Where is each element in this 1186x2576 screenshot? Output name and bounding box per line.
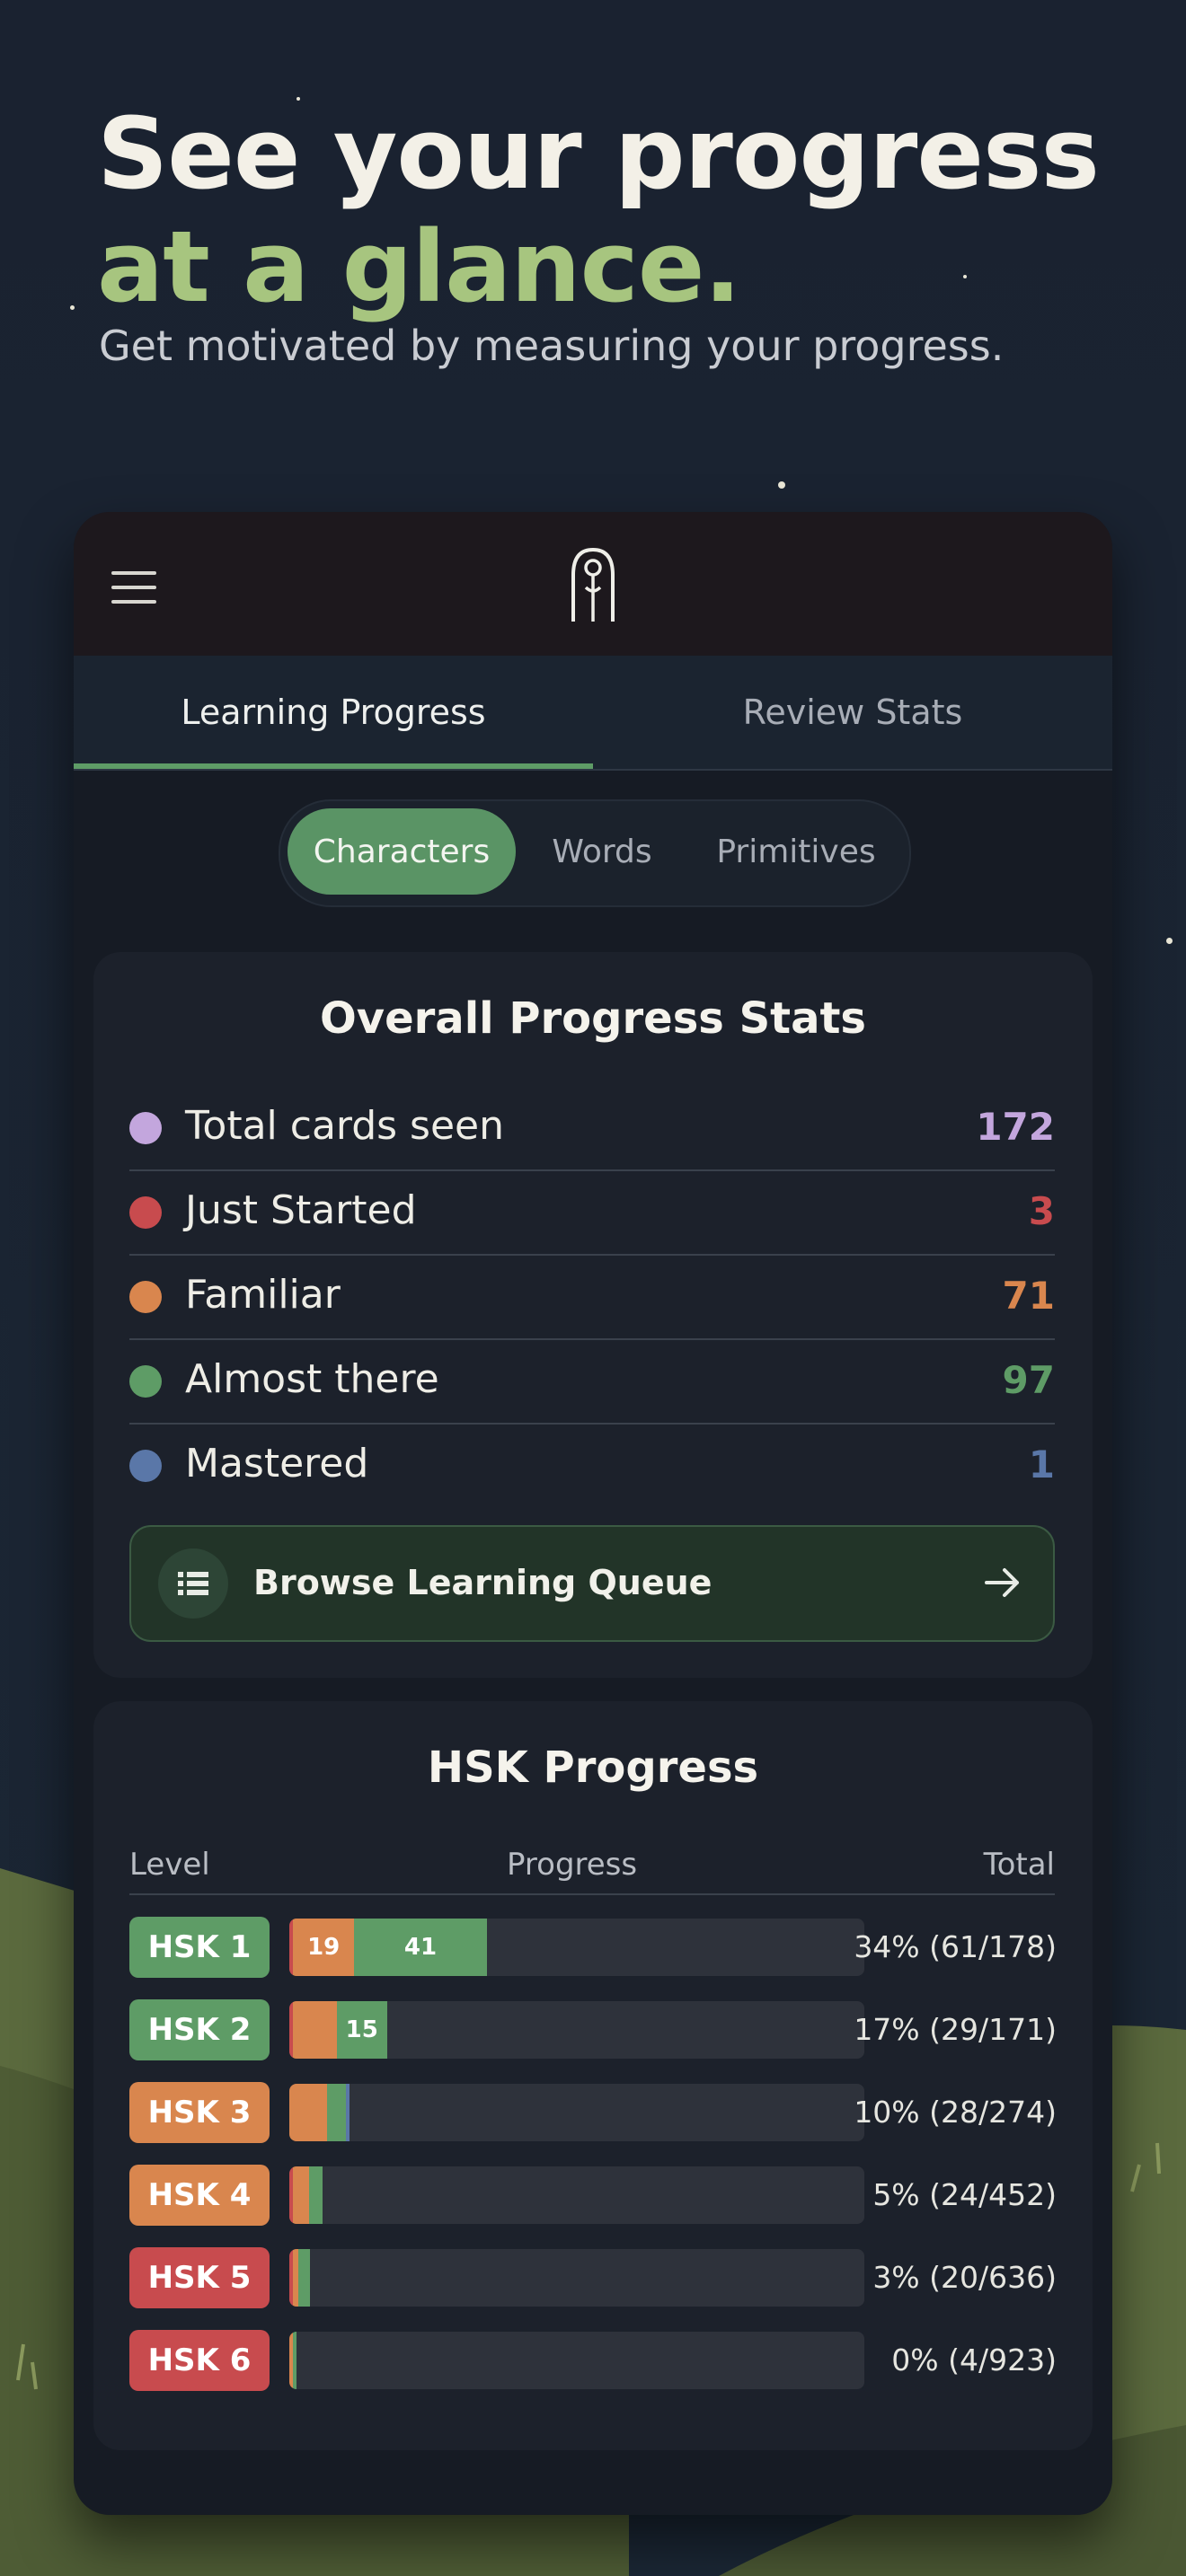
stat-value: 71	[1002, 1274, 1055, 1318]
hsk-progress-bar	[289, 2332, 864, 2389]
hsk-row[interactable]: HSK 3 10% (28/274)	[129, 2082, 1057, 2143]
hsk-level-badge: HSK 5	[129, 2247, 270, 2308]
status-dot	[129, 1196, 162, 1229]
hsk-row[interactable]: HSK 2 15 17% (29/171)	[129, 1999, 1057, 2060]
stat-value: 97	[1002, 1358, 1055, 1402]
column-header-level: Level	[129, 1847, 210, 1883]
status-dot	[129, 1281, 162, 1313]
hsk-level-badge: HSK 2	[129, 1999, 270, 2060]
browse-learning-queue-button[interactable]: Browse Learning Queue	[129, 1525, 1055, 1642]
hsk-progress-bar	[289, 2249, 864, 2307]
status-dot	[129, 1365, 162, 1398]
list-icon	[158, 1548, 228, 1619]
stat-row-just-started: Just Started 3	[129, 1169, 1055, 1256]
hamburger-menu-icon[interactable]	[111, 571, 156, 604]
bar-segment-almost-there: 41	[354, 1919, 487, 1976]
header-divider	[129, 1893, 1055, 1895]
bar-segment-almost-there	[298, 2249, 311, 2307]
active-tab-indicator	[74, 763, 593, 769]
bar-segment-almost-there: 15	[336, 2001, 387, 2059]
overall-progress-card: Overall Progress Stats Total cards seen …	[93, 952, 1093, 1678]
stat-value: 1	[1028, 1442, 1055, 1486]
stat-row-mastered: Mastered 1	[129, 1423, 1055, 1507]
app-logo-icon	[571, 547, 615, 622]
stat-value: 172	[976, 1105, 1055, 1149]
stat-label: Familiar	[185, 1272, 341, 1318]
segment-words[interactable]: Words	[521, 808, 683, 895]
bar-segment-familiar: 19	[293, 1919, 355, 1976]
tab-bar: Learning Progress Review Stats	[74, 656, 1112, 771]
status-dot	[129, 1112, 162, 1144]
stat-label: Just Started	[185, 1187, 417, 1233]
hsk-progress-bar: 19 41	[289, 1919, 864, 1976]
stat-row-almost-there: Almost there 97	[129, 1338, 1055, 1425]
hsk-progress-bar	[289, 2166, 864, 2224]
headline-line-2: at a glance.	[97, 209, 741, 324]
hsk-total-value: 10% (28/274)	[854, 2095, 1057, 2130]
hsk-total-value: 5% (24/452)	[872, 2177, 1057, 2212]
bar-segment-almost-there	[309, 2166, 323, 2224]
stat-row-total-cards: Total cards seen 172	[129, 1085, 1055, 1171]
stat-label: Almost there	[185, 1356, 439, 1402]
top-bar	[74, 512, 1112, 656]
hsk-level-badge: HSK 4	[129, 2165, 270, 2226]
column-header-total: Total	[983, 1847, 1055, 1883]
column-header-progress: Progress	[507, 1847, 638, 1883]
headline-line-1: See your progress	[97, 96, 1100, 211]
browse-learning-queue-label: Browse Learning Queue	[253, 1563, 712, 1602]
hsk-level-badge: HSK 1	[129, 1917, 270, 1978]
hsk-level-badge: HSK 3	[129, 2082, 270, 2143]
bar-segment-familiar	[289, 2084, 328, 2141]
hsk-total-value: 0% (4/923)	[891, 2342, 1057, 2378]
hsk-progress-bar	[289, 2084, 864, 2141]
hsk-progress-card: HSK Progress Level Progress Total HSK 1 1…	[93, 1701, 1093, 2450]
segment-characters[interactable]: Characters	[288, 808, 516, 895]
headline-subtitle: Get motivated by measuring your progress…	[99, 322, 1005, 370]
hsk-total-value: 34% (61/178)	[854, 1929, 1057, 1964]
bar-segment-mastered	[346, 2084, 350, 2141]
status-dot	[129, 1450, 162, 1482]
hsk-progress-title: HSK Progress	[427, 1742, 759, 1793]
stat-row-familiar: Familiar 71	[129, 1254, 1055, 1340]
bar-segment-familiar	[293, 2001, 337, 2059]
hsk-total-value: 17% (29/171)	[854, 2012, 1057, 2047]
hsk-row[interactable]: HSK 4 5% (24/452)	[129, 2165, 1057, 2226]
hsk-row[interactable]: HSK 1 19 41 34% (61/178)	[129, 1917, 1057, 1978]
hsk-level-badge: HSK 6	[129, 2330, 270, 2391]
overall-progress-title: Overall Progress Stats	[319, 993, 866, 1044]
page-headline: See your progress at a glance.	[97, 96, 1100, 324]
segment-primitives[interactable]: Primitives	[690, 808, 902, 895]
hsk-total-value: 3% (20/636)	[872, 2260, 1057, 2295]
tab-review-stats[interactable]: Review Stats	[593, 656, 1112, 769]
hsk-progress-bar: 15	[289, 2001, 864, 2059]
bar-segment-familiar	[293, 2166, 310, 2224]
hsk-row[interactable]: HSK 6 0% (4/923)	[129, 2330, 1057, 2391]
tab-learning-progress[interactable]: Learning Progress	[74, 656, 593, 769]
content-type-switcher: Characters Words Primitives	[279, 799, 911, 907]
stat-label: Mastered	[185, 1441, 369, 1486]
arrow-right-icon	[985, 1568, 1019, 1597]
stat-label: Total cards seen	[185, 1103, 505, 1149]
stat-value: 3	[1028, 1189, 1055, 1233]
hsk-row[interactable]: HSK 5 3% (20/636)	[129, 2247, 1057, 2308]
bar-segment-almost-there	[327, 2084, 347, 2141]
app-screen: Learning Progress Review Stats Character…	[74, 512, 1112, 2515]
bar-segment-almost-there	[293, 2332, 296, 2389]
